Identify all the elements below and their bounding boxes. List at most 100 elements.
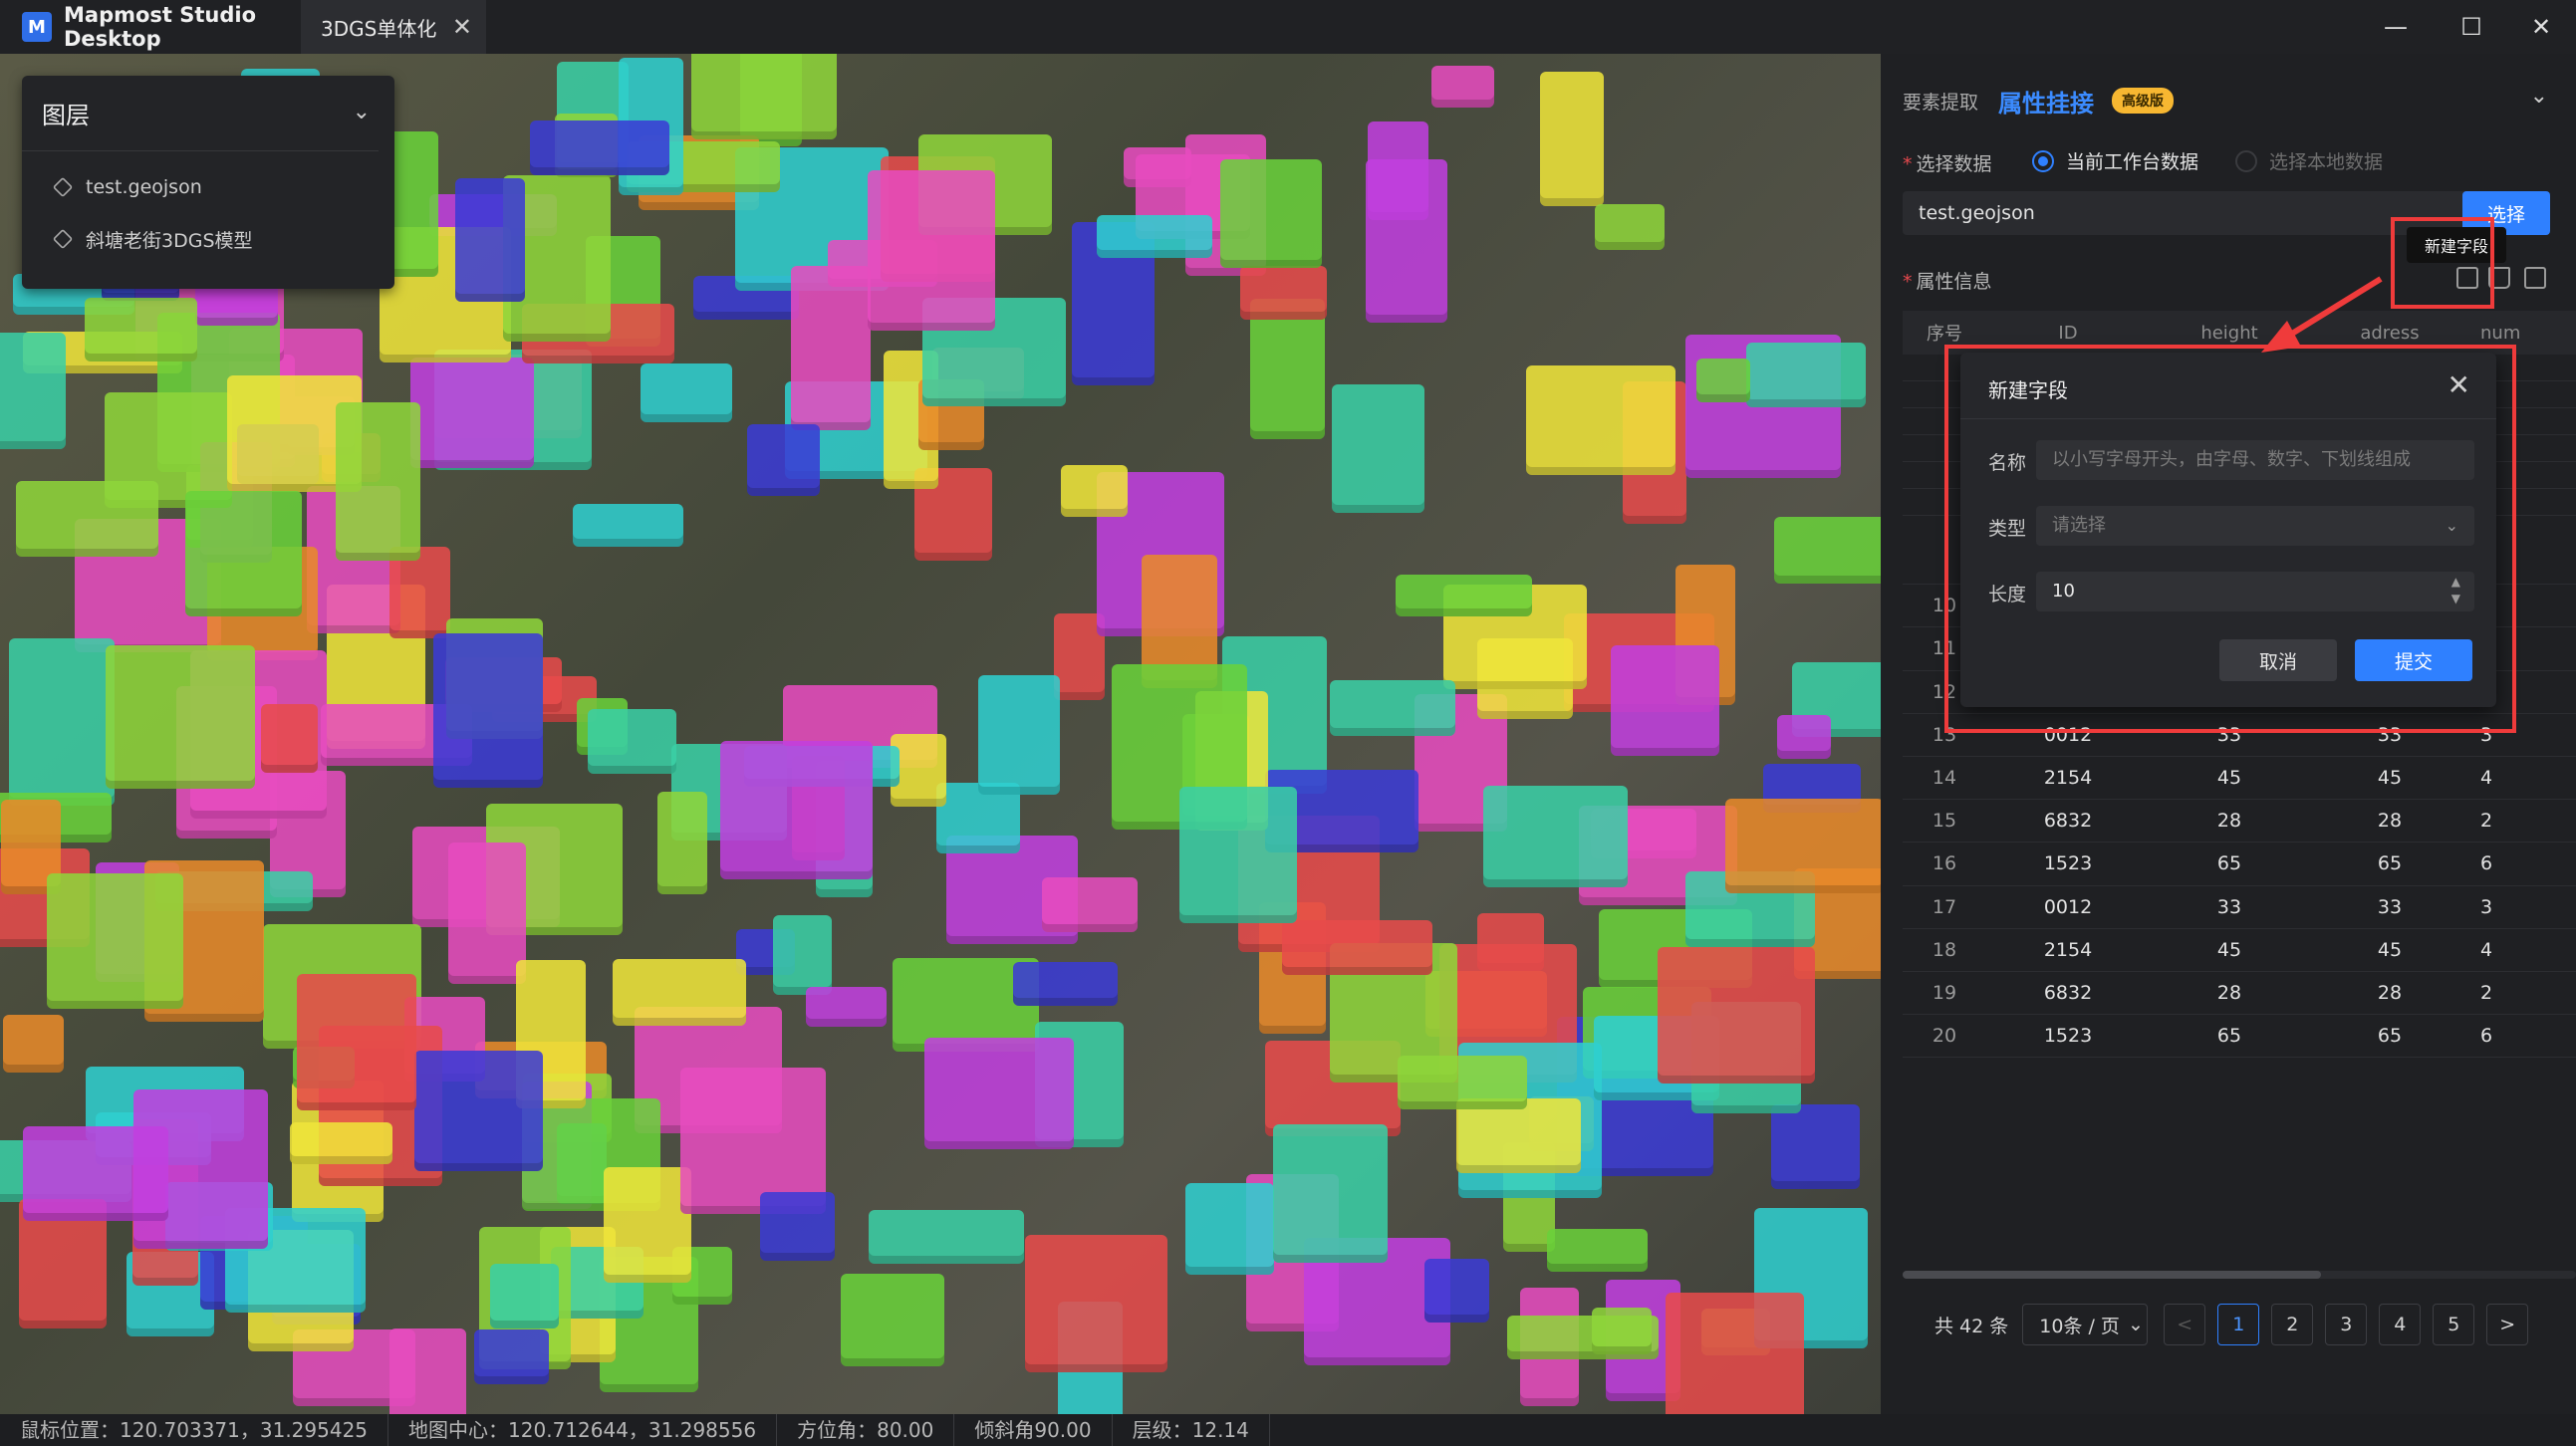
building-footprint[interactable] [1096, 214, 1212, 259]
building-footprint[interactable] [1771, 1104, 1861, 1190]
building-footprint[interactable] [46, 873, 184, 1010]
building-footprint[interactable] [588, 708, 676, 775]
building-footprint[interactable] [474, 1328, 549, 1385]
horizontal-scrollbar[interactable] [1903, 1271, 2576, 1279]
building-footprint[interactable] [1060, 464, 1129, 518]
chevron-down-icon[interactable]: ⌄ [2530, 84, 2548, 109]
building-footprint[interactable] [388, 546, 451, 639]
building-footprint[interactable] [1331, 384, 1424, 514]
layer-item-3dgs[interactable]: 斜塘老街3DGS模型 [22, 213, 394, 265]
building-footprint[interactable] [433, 632, 544, 789]
building-footprint[interactable] [409, 358, 535, 468]
layers-header[interactable]: 图层 ⌄ [22, 76, 379, 151]
close-tab-icon[interactable]: ✕ [452, 13, 472, 41]
building-footprint[interactable] [1282, 919, 1433, 975]
building-footprint[interactable] [448, 843, 526, 984]
building-footprint[interactable] [8, 637, 115, 807]
radio-current-workspace[interactable]: 当前工作台数据 [2032, 147, 2198, 174]
building-footprint[interactable] [790, 266, 871, 431]
building-footprint[interactable] [1724, 798, 1881, 894]
building-footprint[interactable] [335, 401, 420, 561]
building-footprint[interactable] [1774, 516, 1881, 584]
building-footprint[interactable] [1745, 343, 1866, 407]
building-footprint[interactable] [841, 1273, 945, 1366]
building-footprint[interactable] [289, 1122, 392, 1164]
building-footprint[interactable] [1666, 1293, 1805, 1414]
page-size-select[interactable]: 10条 / 页 ⌄ [2022, 1304, 2149, 1345]
close-window-button[interactable]: ✕ [2506, 0, 2576, 54]
layer-item-geojson[interactable]: test.geojson [22, 161, 394, 213]
building-footprint[interactable] [185, 490, 302, 616]
building-footprint[interactable] [691, 54, 837, 139]
table-row[interactable]: 17 0012 33 33 3 [1903, 886, 2576, 929]
building-footprint[interactable] [1250, 298, 1325, 440]
table-row[interactable]: 14 2154 45 45 4 [1903, 757, 2576, 801]
tab-attribute-attach[interactable]: 属性挂接 [1998, 84, 2094, 119]
page-5-button[interactable]: 5 [2433, 1304, 2475, 1345]
scrollbar-thumb[interactable] [1903, 1271, 2321, 1279]
page-4-button[interactable]: 4 [2379, 1304, 2422, 1345]
building-footprint[interactable] [1594, 203, 1665, 251]
building-footprint[interactable] [640, 362, 732, 423]
building-footprint[interactable] [1482, 786, 1628, 888]
building-footprint[interactable] [1013, 961, 1118, 1006]
building-footprint[interactable] [924, 1037, 1074, 1149]
building-footprint[interactable] [1178, 786, 1297, 923]
chevron-down-icon[interactable]: ⌄ [353, 100, 371, 124]
building-footprint[interactable] [1366, 159, 1448, 323]
building-footprint[interactable] [1184, 1182, 1275, 1276]
building-footprint[interactable] [1272, 1123, 1388, 1264]
building-footprint[interactable] [772, 915, 833, 995]
table-row[interactable]: 20 1523 65 65 6 [1903, 1015, 2576, 1059]
building-footprint[interactable] [454, 177, 526, 303]
building-footprint[interactable] [105, 645, 255, 790]
building-footprint[interactable] [3, 1015, 64, 1073]
building-footprint[interactable] [1696, 358, 1750, 402]
building-footprint[interactable] [1025, 1235, 1168, 1372]
prev-page-button[interactable]: < [2164, 1304, 2206, 1345]
table-row[interactable]: 19 6832 28 28 2 [1903, 972, 2576, 1016]
building-footprint[interactable] [1424, 1259, 1489, 1323]
building-footprint[interactable] [573, 503, 684, 547]
table-row[interactable]: 18 2154 45 45 4 [1903, 929, 2576, 972]
building-footprint[interactable] [868, 1210, 1024, 1265]
building-footprint[interactable] [1220, 158, 1322, 269]
building-footprint[interactable] [1777, 714, 1832, 760]
building-footprint[interactable] [85, 297, 198, 362]
maximize-button[interactable]: ☐ [2437, 0, 2506, 54]
building-footprint[interactable] [603, 1167, 691, 1283]
building-footprint[interactable] [746, 424, 820, 497]
table-row[interactable]: 16 1523 65 65 6 [1903, 843, 2576, 886]
building-footprint[interactable] [1329, 680, 1455, 736]
minimize-button[interactable]: — [2361, 0, 2431, 54]
building-footprint[interactable] [759, 1191, 836, 1262]
building-footprint[interactable] [1592, 1307, 1652, 1355]
building-footprint[interactable] [530, 120, 670, 175]
building-footprint[interactable] [1239, 266, 1327, 321]
building-footprint[interactable] [977, 674, 1060, 796]
building-footprint[interactable] [22, 1126, 168, 1222]
building-footprint[interactable] [1610, 644, 1719, 757]
tab-3dgs[interactable]: 3DGS单体化 ✕ [301, 0, 486, 54]
building-footprint[interactable] [0, 333, 67, 449]
building-footprint[interactable] [868, 170, 996, 331]
building-footprint[interactable] [1657, 947, 1816, 1084]
table-row[interactable]: 15 6832 28 28 2 [1903, 800, 2576, 844]
building-footprint[interactable] [1041, 877, 1138, 933]
building-footprint[interactable] [260, 704, 319, 773]
building-footprint[interactable] [1395, 574, 1533, 616]
building-footprint[interactable] [656, 792, 707, 894]
tab-feature-extract[interactable]: 要素提取 [1903, 88, 1978, 115]
building-footprint[interactable] [16, 480, 158, 558]
building-footprint[interactable] [613, 958, 746, 1027]
building-footprint[interactable] [1547, 1229, 1649, 1272]
building-footprint[interactable] [414, 1050, 543, 1172]
building-footprint[interactable] [1430, 66, 1495, 109]
building-footprint[interactable] [1455, 1097, 1581, 1174]
page-1-button[interactable]: 1 [2217, 1304, 2260, 1345]
building-footprint[interactable] [1397, 1056, 1528, 1110]
building-footprint[interactable] [806, 986, 888, 1027]
next-page-button[interactable]: > [2486, 1304, 2529, 1345]
page-2-button[interactable]: 2 [2271, 1304, 2314, 1345]
building-footprint[interactable] [1539, 72, 1604, 206]
